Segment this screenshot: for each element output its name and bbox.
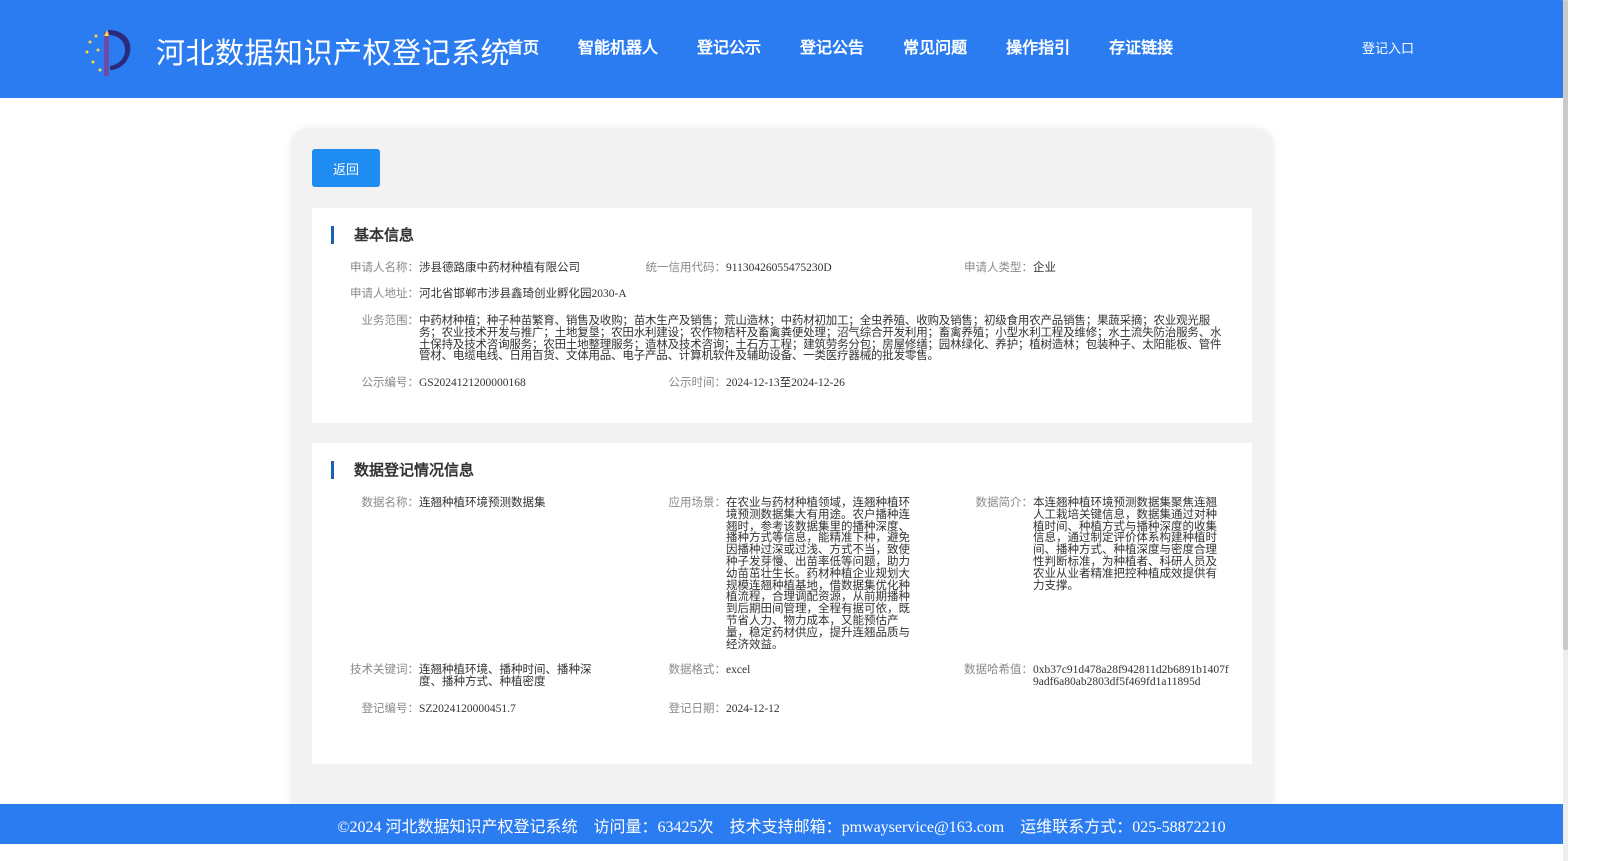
applicant-type-value: 企业 [1033, 262, 1056, 274]
login-link[interactable]: 登记入口 [1362, 38, 1414, 57]
notice-no-field: 公示编号： GS2024121200000168 [348, 377, 526, 390]
data-name-value: 连翘种植环境预测数据集 [419, 497, 546, 509]
notice-no-value: GS2024121200000168 [419, 377, 526, 389]
data-hash-label: 数据哈希值： [964, 664, 1033, 676]
notice-no-label: 公示编号： [361, 377, 420, 389]
registration-no-field: 登记编号： SZ2024120000451.7 [348, 703, 516, 716]
tech-keywords-label: 技术关键词： [350, 664, 419, 676]
credit-code-field: 统一信用代码： 91130426055475230D [643, 262, 832, 275]
scrollbar-thumb[interactable] [1563, 0, 1568, 650]
registration-no-label: 登记编号： [361, 703, 420, 715]
application-scenario-label: 应用场景： [668, 497, 727, 509]
back-button[interactable]: 返回 [312, 149, 380, 187]
applicant-name-field: 申请人名称： 涉县德路康中药材种植有限公司 [348, 262, 580, 275]
address-label: 申请人地址： [350, 288, 419, 300]
notice-time-label: 公示时间： [668, 377, 727, 389]
nav-evidence-link[interactable]: 存证链接 [1109, 34, 1173, 62]
footer-copyright: ©2024 河北数据知识产权登记系统 [337, 819, 578, 836]
page-footer: ©2024 河北数据知识产权登记系统 访问量：63425次 技术支持邮箱：pmw… [0, 804, 1563, 844]
nav-faq[interactable]: 常见问题 [903, 34, 967, 62]
address-field: 申请人地址： 河北省邯郸市涉县鑫琦创业孵化园2030-A [348, 288, 627, 301]
data-intro-field: 数据简介： 本连翘种植环境预测数据集聚焦连翘人工栽培关键信息，数据集通过对种植时… [962, 497, 1223, 592]
business-scope-field: 业务范围： 中药材种植；种子种苗繁育、销售及收购；苗木生产及销售；荒山造林；中药… [348, 315, 1234, 363]
nav-guide[interactable]: 操作指引 [1006, 34, 1070, 62]
data-intro-value: 本连翘种植环境预测数据集聚焦连翘人工栽培关键信息，数据集通过对种植时间、种植方式… [1033, 497, 1217, 592]
data-registration-title: 数据登记情况信息 [331, 461, 474, 479]
applicant-name-label: 申请人名称： [350, 262, 419, 274]
application-scenario-field: 应用场景： 在农业与药材种植领域，连翘种植环境预测数据集大有用途。农户播种连翘时… [655, 497, 916, 651]
logo-emblem-icon[interactable] [80, 24, 136, 80]
data-format-field: 数据格式： excel [655, 664, 751, 677]
tech-keywords-value: 连翘种植环境、播种时间、播种深度、播种方式、种植密度 [419, 664, 592, 688]
page-scrollbar-area [1563, 0, 1600, 861]
data-registration-card: 数据登记情况信息 数据名称： 连翘种植环境预测数据集 应用场景： 在农业与药材种… [312, 443, 1252, 764]
tech-keywords-field: 技术关键词： 连翘种植环境、播种时间、播种深度、播种方式、种植密度 [348, 664, 599, 689]
data-intro-label: 数据简介： [975, 497, 1034, 509]
business-scope-label: 业务范围： [361, 315, 420, 327]
business-scope-value: 中药材种植；种子种苗繁育、销售及收购；苗木生产及销售；荒山造林；中药材初加工；全… [419, 315, 1222, 363]
site-title[interactable]: 河北数据知识产权登记系统 [156, 30, 510, 72]
credit-code-value: 91130426055475230D [726, 262, 832, 274]
top-header: 河北数据知识产权登记系统 首页 智能机器人 登记公示 登记公告 常见问题 操作指… [0, 0, 1563, 98]
registration-date-value: 2024-12-12 [726, 703, 780, 715]
main-nav: 首页 智能机器人 登记公示 登记公告 常见问题 操作指引 存证链接 [507, 34, 1212, 62]
footer-email: 技术支持邮箱：pmwayservice@163.com [729, 819, 1005, 836]
footer-info: ©2024 河北数据知识产权登记系统 访问量：63425次 技术支持邮箱：pmw… [0, 813, 1563, 837]
basic-info-title: 基本信息 [331, 226, 414, 244]
nav-registration-announcement[interactable]: 登记公告 [800, 34, 864, 62]
detail-container: 返回 基本信息 申请人名称： 涉县德路康中药材种植有限公司 统一信用代码： 91… [291, 128, 1273, 818]
application-scenario-value: 在农业与药材种植领域，连翘种植环境预测数据集大有用途。农户播种连翘时，参考该数据… [726, 497, 910, 651]
address-value: 河北省邯郸市涉县鑫琦创业孵化园2030-A [419, 288, 627, 300]
bottom-strip [0, 844, 1563, 861]
data-name-label: 数据名称： [361, 497, 420, 509]
nav-registration-publicity[interactable]: 登记公示 [697, 34, 761, 62]
footer-visits: 访问量：63425次 [593, 819, 714, 836]
applicant-name-value: 涉县德路康中药材种植有限公司 [419, 262, 580, 274]
nav-robot[interactable]: 智能机器人 [578, 34, 658, 62]
data-hash-field: 数据哈希值： 0xb37c91d478a28f942811d2b6891b140… [962, 664, 1233, 689]
credit-code-label: 统一信用代码： [645, 262, 727, 274]
footer-phone: 运维联系方式：025-58872210 [1020, 819, 1226, 836]
basic-info-card: 基本信息 申请人名称： 涉县德路康中药材种植有限公司 统一信用代码： 91130… [312, 208, 1252, 423]
applicant-type-label: 申请人类型： [964, 262, 1033, 274]
notice-time-field: 公示时间： 2024-12-13至2024-12-26 [655, 377, 845, 390]
nav-home[interactable]: 首页 [507, 34, 539, 62]
data-format-value: excel [726, 664, 751, 676]
registration-date-label: 登记日期： [668, 703, 727, 715]
data-hash-value: 0xb37c91d478a28f942811d2b6891b1407f9adf6… [1033, 664, 1229, 688]
notice-time-value: 2024-12-13至2024-12-26 [726, 377, 845, 389]
data-format-label: 数据格式： [668, 664, 727, 676]
data-name-field: 数据名称： 连翘种植环境预测数据集 [348, 497, 546, 510]
registration-date-field: 登记日期： 2024-12-12 [655, 703, 780, 716]
applicant-type-field: 申请人类型： 企业 [962, 262, 1056, 275]
registration-no-value: SZ2024120000451.7 [419, 703, 516, 715]
